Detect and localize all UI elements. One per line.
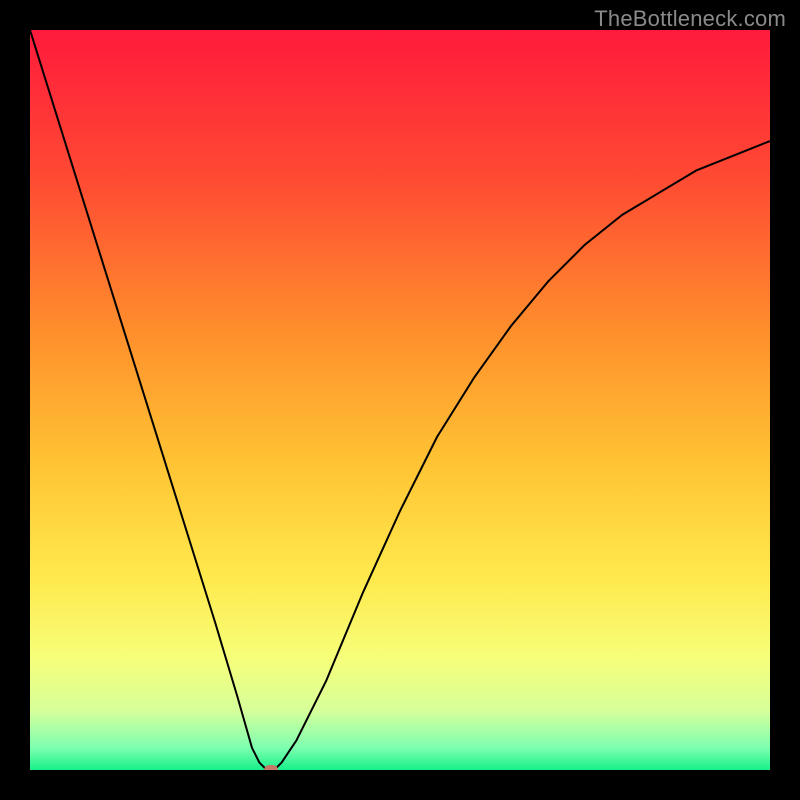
optimum-marker bbox=[264, 765, 278, 770]
chart-plot-area bbox=[30, 30, 770, 770]
chart-frame: TheBottleneck.com bbox=[0, 0, 800, 800]
watermark-text: TheBottleneck.com bbox=[594, 6, 786, 32]
chart-background-gradient bbox=[30, 30, 770, 770]
